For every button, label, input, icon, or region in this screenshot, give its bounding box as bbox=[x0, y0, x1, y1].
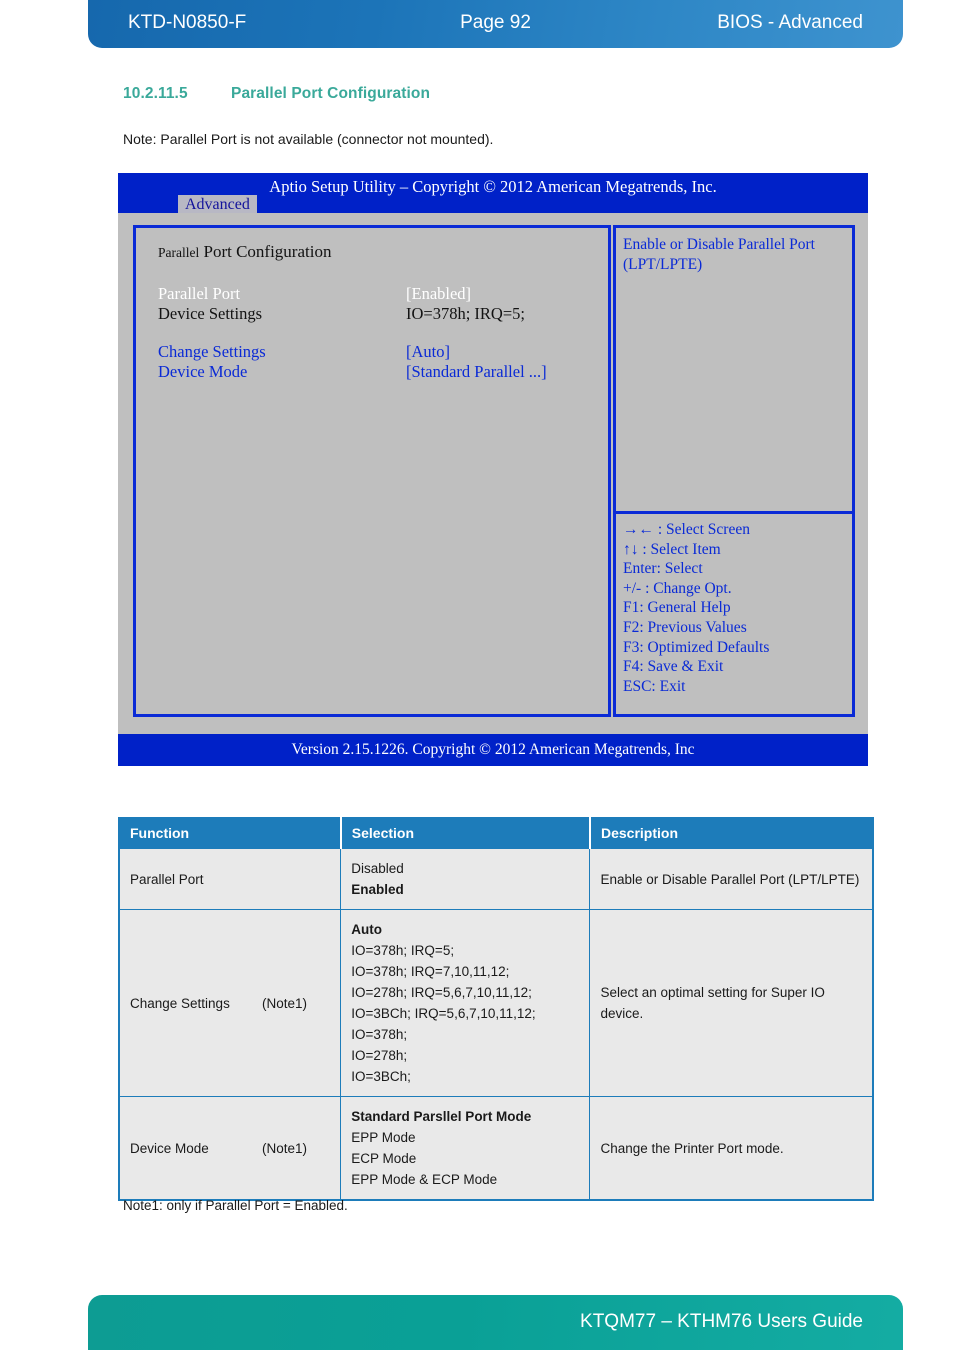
table-header-function: Function bbox=[119, 818, 342, 849]
header-section-name: BIOS - Advanced bbox=[717, 12, 863, 33]
table-cell-selection: Auto IO=378h; IRQ=5; IO=378h; IRQ=7,10,1… bbox=[340, 909, 591, 1097]
bios-row-change-settings-label: Change Settings bbox=[158, 342, 266, 361]
bios-key-f2-previous-values: F2: Previous Values bbox=[623, 618, 747, 636]
section-title: Parallel Port Configuration bbox=[231, 85, 431, 102]
bios-row-change-settings[interactable]: Change Settings [Auto] bbox=[158, 342, 598, 362]
selection-option-default: Auto bbox=[351, 922, 383, 937]
selection-option: EPP Mode & ECP Mode bbox=[351, 1172, 498, 1187]
table-cell-description: Enable or Disable Parallel Port (LPT/LPT… bbox=[589, 848, 874, 910]
table-cell-selection: Disabled Enabled bbox=[340, 848, 591, 910]
table-cell-function: Change Settings (Note1) bbox=[118, 909, 342, 1097]
footnote-note1: Note1: only if Parallel Port = Enabled. bbox=[123, 1198, 348, 1213]
selection-option: IO=278h; IRQ=5,6,7,10,11,12; bbox=[351, 985, 532, 1000]
section-note: Note: Parallel Port is not available (co… bbox=[123, 131, 494, 147]
bios-row-device-mode[interactable]: Device Mode [Standard Parallel ...] bbox=[158, 362, 598, 382]
table-row: Change Settings (Note1) Auto IO=378h; IRQ… bbox=[118, 909, 874, 1097]
bios-row-parallel-port-label: Parallel Port bbox=[158, 284, 241, 303]
selection-option: IO=3BCh; IRQ=5,6,7,10,11,12; bbox=[351, 1006, 536, 1021]
table-cell-function: Device Mode (Note1) bbox=[118, 1096, 342, 1201]
table-row: Parallel Port Disabled Enabled Enable or… bbox=[118, 848, 874, 910]
bios-row-device-settings: Device Settings IO=378h; IRQ=5; bbox=[158, 304, 598, 324]
bios-key-f1-general-help: F1: General Help bbox=[623, 599, 731, 617]
bios-key-select-item: ↑↓ : Select Item bbox=[623, 540, 721, 558]
selection-option-list: Auto IO=378h; IRQ=5; IO=378h; IRQ=7,10,1… bbox=[351, 919, 579, 1087]
selection-option-default: Enabled bbox=[351, 882, 404, 897]
bios-version-bar: Version 2.15.1226. Copyright © 2012 Amer… bbox=[118, 734, 868, 766]
bios-key-legend: →← : Select Screen ↑↓ : Select Item Ente… bbox=[623, 520, 848, 696]
section-heading: 10.2.11.5 Parallel Port Configuration bbox=[123, 85, 430, 103]
function-name: Change Settings bbox=[130, 995, 230, 1011]
selection-option: IO=378h; IRQ=7,10,11,12; bbox=[351, 964, 510, 979]
bios-settings-panel: Parallel Port Configuration Parallel Por… bbox=[133, 225, 611, 717]
function-note: (Note1) bbox=[262, 1140, 308, 1156]
section-number: 10.2.11.5 bbox=[123, 85, 188, 102]
bios-row-device-settings-label: Device Settings bbox=[158, 304, 263, 323]
page-header-bar: KTD-N0850-F Page 92 BIOS - Advanced bbox=[88, 0, 903, 48]
bios-key-select-screen: →← : Select Screen bbox=[623, 521, 750, 538]
selection-option-default: Standard Parsllel Port Mode bbox=[351, 1109, 532, 1124]
bios-panel-title-word2: Port Configuration bbox=[199, 242, 332, 261]
table-header-description: Description bbox=[589, 818, 873, 849]
bios-row-device-mode-label: Device Mode bbox=[158, 362, 248, 381]
bios-key-esc-exit: ESC: Exit bbox=[623, 677, 686, 695]
function-note: (Note1) bbox=[262, 995, 308, 1011]
selection-option-list: Disabled Enabled bbox=[351, 858, 579, 900]
table-cell-function: Parallel Port bbox=[118, 848, 342, 910]
bios-row-parallel-port[interactable]: Parallel Port [Enabled] bbox=[158, 284, 598, 304]
page-footer-bar: KTQM77 – KTHM76 Users Guide bbox=[88, 1295, 903, 1350]
selection-option: ECP Mode bbox=[351, 1151, 417, 1166]
bios-panel-divider bbox=[613, 511, 855, 514]
table-cell-description: Change the Printer Port mode. bbox=[589, 1096, 874, 1201]
selection-option: IO=278h; bbox=[351, 1048, 408, 1063]
table-cell-description: Select an optimal setting for Super IO d… bbox=[589, 909, 874, 1097]
bios-body: Parallel Port Configuration Parallel Por… bbox=[118, 213, 868, 728]
bios-row-change-settings-value: [Auto] bbox=[406, 342, 450, 361]
bios-row-parallel-port-value: [Enabled] bbox=[406, 284, 472, 303]
table-header-selection: Selection bbox=[340, 818, 591, 849]
bios-tab-advanced[interactable]: Advanced bbox=[178, 195, 257, 215]
selection-option: IO=3BCh; bbox=[351, 1069, 411, 1084]
bios-key-enter-select: Enter: Select bbox=[623, 560, 703, 578]
settings-table: Function Selection Description Parallel … bbox=[118, 817, 874, 1201]
bios-row-device-mode-value: [Standard Parallel ...] bbox=[406, 362, 547, 381]
function-name: Parallel Port bbox=[130, 871, 204, 887]
bios-utility-title: Aptio Setup Utility – Copyright © 2012 A… bbox=[269, 177, 717, 196]
table-cell-selection: Standard Parsllel Port Mode EPP Mode ECP… bbox=[340, 1096, 591, 1201]
footer-guide-title: KTQM77 – KTHM76 Users Guide bbox=[580, 1311, 863, 1332]
bios-row-device-settings-value: IO=378h; IRQ=5; bbox=[406, 304, 525, 323]
bios-key-f4-save-exit: F4: Save & Exit bbox=[623, 658, 724, 676]
table-row: Device Mode (Note1) Standard Parsllel Por… bbox=[118, 1096, 874, 1201]
bios-panel-title-word1: Parallel bbox=[158, 245, 200, 260]
selection-option-list: Standard Parsllel Port Mode EPP Mode ECP… bbox=[351, 1106, 579, 1190]
bios-help-panel: Enable or Disable Parallel Port (LPT/LPT… bbox=[613, 225, 855, 717]
selection-option: EPP Mode bbox=[351, 1130, 416, 1145]
bios-key-change-opt: +/- : Change Opt. bbox=[623, 579, 732, 597]
bios-title-bar: Aptio Setup Utility – Copyright © 2012 A… bbox=[118, 173, 868, 215]
bios-key-f3-optimized-defaults: F3: Optimized Defaults bbox=[623, 638, 770, 656]
bios-help-text: Enable or Disable Parallel Port (LPT/LPT… bbox=[623, 236, 815, 273]
selection-option: IO=378h; IRQ=5; bbox=[351, 943, 455, 958]
bios-panel-title: Parallel Port Configuration bbox=[158, 242, 331, 262]
bios-screenshot: Aptio Setup Utility – Copyright © 2012 A… bbox=[118, 173, 868, 766]
table-header-row: Function Selection Description bbox=[119, 818, 873, 849]
selection-option: Disabled bbox=[351, 861, 404, 876]
selection-option: IO=378h; bbox=[351, 1027, 408, 1042]
function-name: Device Mode bbox=[130, 1140, 209, 1156]
